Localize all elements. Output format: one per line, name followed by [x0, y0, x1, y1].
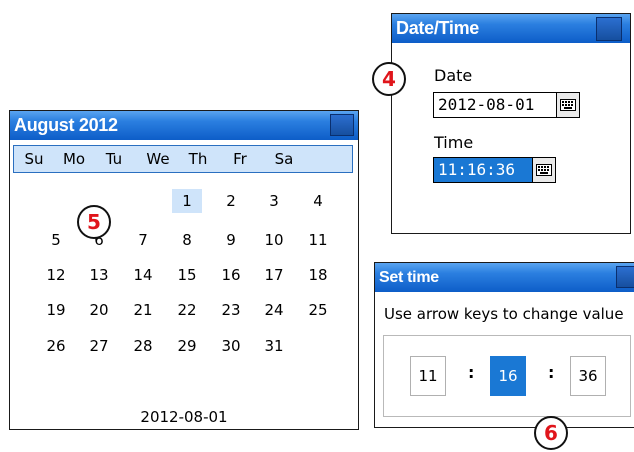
calendar-day[interactable]: 8 [172, 228, 202, 252]
window-button[interactable] [330, 114, 354, 136]
weekday-label: Mo [62, 150, 86, 168]
time-spinner-group: 11 : 16 : 36 [383, 335, 631, 417]
calendar-titlebar: August 2012 [10, 111, 358, 140]
weekday-label: Th [188, 150, 208, 168]
time-separator: : [548, 363, 555, 382]
date-field[interactable]: 2012-08-01 [433, 92, 557, 118]
calendar-day[interactable]: 1 [172, 189, 202, 213]
date-label: Date [434, 66, 473, 85]
callout-marker-5: 5 [77, 205, 111, 239]
calendar-day[interactable]: 18 [303, 263, 333, 287]
calendar-day[interactable]: 4 [303, 189, 333, 213]
calendar-title: August 2012 [14, 115, 118, 135]
datetime-title: Date/Time [396, 18, 480, 38]
calendar-day[interactable]: 21 [128, 298, 158, 322]
settime-title: Set time [379, 269, 439, 286]
calendar-day[interactable]: 14 [128, 263, 158, 287]
settime-window: Set time Use arrow keys to change value … [374, 262, 634, 428]
calendar-day[interactable]: 12 [41, 263, 71, 287]
calendar-day[interactable]: 20 [84, 298, 114, 322]
calendar-window: August 2012 Su Mo Tu We Th Fr Sa 1234567… [9, 110, 359, 430]
time-label: Time [434, 133, 474, 152]
selected-date-footer: 2012-08-01 [140, 408, 228, 426]
datetime-window: Date/Time Date 2012-08-01 Time 11:16:36 [391, 13, 631, 234]
hours-spinner[interactable]: 11 [410, 356, 446, 396]
settime-hint: Use arrow keys to change value [384, 305, 624, 323]
minutes-spinner[interactable]: 16 [490, 356, 526, 396]
calendar-day[interactable]: 27 [84, 334, 114, 358]
calendar-day[interactable]: 30 [216, 334, 246, 358]
calendar-day[interactable]: 19 [41, 298, 71, 322]
calendar-day[interactable]: 26 [41, 334, 71, 358]
window-button[interactable] [616, 266, 634, 288]
time-keyboard-button[interactable] [532, 157, 556, 183]
weekday-label: Su [24, 150, 44, 168]
calendar-day[interactable]: 9 [216, 228, 246, 252]
window-button[interactable] [596, 17, 622, 41]
calendar-day[interactable]: 5 [41, 228, 71, 252]
weekday-label: Tu [105, 150, 123, 168]
calendar-day[interactable]: 23 [216, 298, 246, 322]
calendar-day[interactable]: 31 [259, 334, 289, 358]
time-separator: : [468, 363, 475, 382]
calendar-day[interactable]: 29 [172, 334, 202, 358]
calendar-day[interactable]: 24 [259, 298, 289, 322]
calendar-day[interactable]: 10 [259, 228, 289, 252]
calendar-day[interactable]: 3 [259, 189, 289, 213]
calendar-day[interactable]: 15 [172, 263, 202, 287]
calendar-day[interactable]: 17 [259, 263, 289, 287]
keyboard-icon [560, 99, 576, 111]
weekday-header: Su Mo Tu We Th Fr Sa [13, 145, 353, 173]
calendar-day[interactable]: 7 [128, 228, 158, 252]
callout-marker-6: 6 [534, 416, 568, 450]
settime-titlebar: Set time [375, 263, 634, 292]
datetime-titlebar: Date/Time [392, 14, 630, 43]
callout-marker-4: 4 [372, 62, 406, 96]
keyboard-icon [536, 164, 552, 176]
calendar-day[interactable]: 28 [128, 334, 158, 358]
calendar-day[interactable]: 11 [303, 228, 333, 252]
calendar-day[interactable]: 13 [84, 263, 114, 287]
weekday-label: Fr [233, 150, 247, 168]
calendar-day[interactable]: 16 [216, 263, 246, 287]
time-field[interactable]: 11:16:36 [433, 157, 533, 183]
calendar-day[interactable]: 22 [172, 298, 202, 322]
seconds-spinner[interactable]: 36 [570, 356, 606, 396]
weekday-label: Sa [274, 150, 294, 168]
calendar-day[interactable]: 2 [216, 189, 246, 213]
calendar-day[interactable]: 25 [303, 298, 333, 322]
weekday-label: We [146, 150, 170, 168]
date-keyboard-button[interactable] [556, 92, 580, 118]
